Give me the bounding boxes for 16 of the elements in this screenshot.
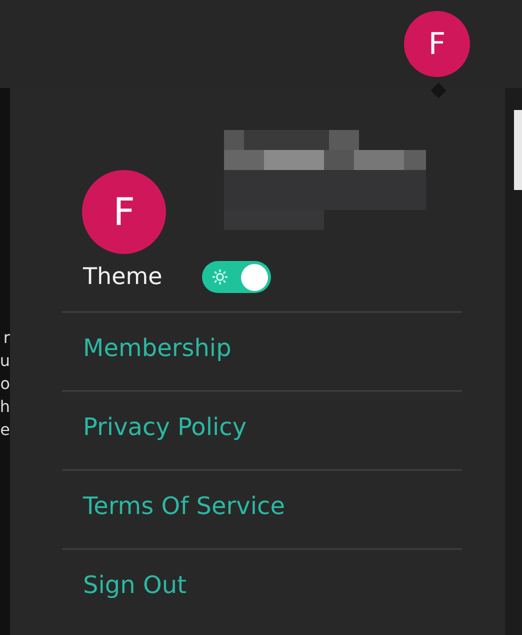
- cut-off-text: e: [0, 420, 10, 439]
- avatar[interactable]: F: [404, 11, 470, 77]
- menu-item[interactable]: Privacy Policy: [62, 390, 462, 469]
- menu-item[interactable]: Sign Out: [62, 548, 462, 627]
- theme-toggle[interactable]: [202, 261, 272, 293]
- cut-off-text: h: [0, 397, 10, 416]
- cut-off-text: o: [0, 374, 10, 393]
- toggle-knob: [241, 264, 268, 290]
- sun-icon: [212, 269, 228, 285]
- scrollbar-thumb[interactable]: [514, 110, 522, 190]
- cut-off-text: u: [0, 351, 10, 370]
- theme-label: Theme: [83, 264, 162, 290]
- menu-item[interactable]: Membership: [62, 311, 462, 390]
- cut-off-text: r: [2, 328, 10, 347]
- avatar: F: [82, 170, 166, 254]
- menu-item[interactable]: Terms Of Service: [62, 469, 462, 548]
